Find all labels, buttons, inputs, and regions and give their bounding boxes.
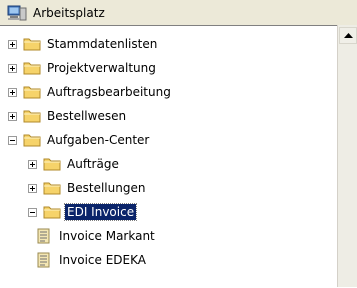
tree-item[interactable]: EDI Invoice xyxy=(0,200,337,224)
window-title: Arbeitsplatz xyxy=(33,5,105,20)
expand-icon[interactable] xyxy=(8,88,17,97)
tree-item[interactable]: Bestellungen xyxy=(0,176,337,200)
folder-icon xyxy=(43,182,61,195)
folder-icon xyxy=(23,134,41,147)
folder-icon xyxy=(23,110,41,123)
tree-item-label[interactable]: Stammdatenlisten xyxy=(45,36,159,52)
tree-item[interactable]: Stammdatenlisten xyxy=(0,32,337,56)
document-icon xyxy=(37,252,50,268)
tree-item-label[interactable]: Projektverwaltung xyxy=(45,60,158,76)
scroll-up-button[interactable] xyxy=(339,27,357,44)
expand-icon[interactable] xyxy=(28,184,37,193)
tree-item-label[interactable]: Invoice Markant xyxy=(57,228,157,244)
folder-icon xyxy=(43,158,61,171)
title-bar: Arbeitsplatz xyxy=(0,0,357,26)
tree-item[interactable]: Projektverwaltung xyxy=(0,56,337,80)
tree-item[interactable]: Invoice Markant xyxy=(0,224,337,248)
expand-icon[interactable] xyxy=(28,160,37,169)
folder-icon xyxy=(23,38,41,51)
expand-icon[interactable] xyxy=(8,112,17,121)
tree-item-label[interactable]: Invoice EDEKA xyxy=(57,252,148,268)
tree-item-label[interactable]: Bestellungen xyxy=(65,180,147,196)
folder-icon xyxy=(43,206,61,219)
tree-item-label[interactable]: Auftragsbearbeitung xyxy=(45,84,173,100)
vertical-scrollbar[interactable] xyxy=(337,25,357,287)
arrow-up-icon xyxy=(344,33,353,38)
tree-item[interactable]: Aufträge xyxy=(0,152,337,176)
folder-icon xyxy=(23,62,41,75)
tree-item-label[interactable]: Bestellwesen xyxy=(45,108,128,124)
collapse-icon[interactable] xyxy=(28,208,37,217)
folder-icon xyxy=(23,86,41,99)
collapse-icon[interactable] xyxy=(8,136,17,145)
tree-item-label[interactable]: Aufgaben-Center xyxy=(45,132,151,148)
tree-item[interactable]: Aufgaben-Center xyxy=(0,128,337,152)
tree-item-label[interactable]: Aufträge xyxy=(65,156,121,172)
tree-item[interactable]: Invoice EDEKA xyxy=(0,248,337,272)
expand-icon[interactable] xyxy=(8,40,17,49)
tree-item[interactable]: Bestellwesen xyxy=(0,104,337,128)
expand-icon[interactable] xyxy=(8,64,17,73)
computer-icon xyxy=(7,5,27,20)
tree-item-label[interactable]: EDI Invoice xyxy=(63,203,138,221)
document-icon xyxy=(37,228,50,244)
tree-item[interactable]: Auftragsbearbeitung xyxy=(0,80,337,104)
navigation-tree[interactable]: Stammdatenlisten Projektverwaltung Auftrag… xyxy=(0,25,337,288)
